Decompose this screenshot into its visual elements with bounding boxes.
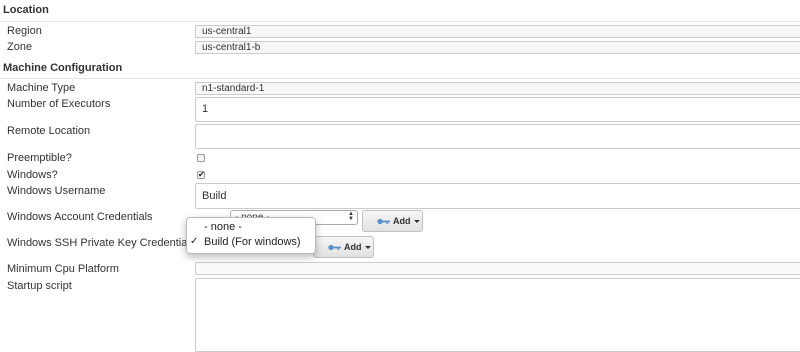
- machine-config-section-title: Machine Configuration: [3, 62, 123, 74]
- startup-script-textarea[interactable]: [195, 278, 800, 352]
- windows-username-input[interactable]: Build: [195, 183, 800, 209]
- windows-label: Windows?: [7, 169, 58, 181]
- windows-checkbox[interactable]: ✔: [197, 171, 205, 179]
- key-icon: [377, 218, 390, 225]
- min-cpu-input[interactable]: [195, 262, 800, 275]
- add-button-label: Add: [393, 216, 411, 226]
- windows-username-label: Windows Username: [7, 185, 106, 197]
- ssh-key-label: Windows SSH Private Key Credentials: [7, 237, 196, 249]
- add-credentials-button[interactable]: Add: [362, 210, 423, 232]
- section-divider: [0, 78, 800, 79]
- caret-down-icon: [413, 219, 420, 223]
- preemptible-checkbox[interactable]: [197, 154, 205, 162]
- section-divider: [0, 21, 800, 22]
- executors-label: Number of Executors: [7, 98, 111, 110]
- zone-label: Zone: [7, 41, 33, 53]
- location-section-title: Location: [3, 4, 49, 16]
- startup-script-label: Startup script: [7, 280, 72, 292]
- machine-type-label: Machine Type: [7, 82, 76, 94]
- executors-input[interactable]: 1: [195, 97, 800, 122]
- select-arrows-icon: ▲ ▼: [348, 211, 354, 222]
- region-field: us-central1: [195, 25, 800, 38]
- credentials-dropdown-menu: - none - ✓ Build (For windows): [186, 217, 316, 254]
- key-icon: [328, 244, 341, 251]
- checkmark-icon: ✓: [190, 236, 199, 247]
- caret-down-icon: [364, 245, 371, 249]
- preemptible-label: Preemptible?: [7, 152, 72, 164]
- remote-location-label: Remote Location: [7, 125, 91, 137]
- zone-field: us-central1-b: [195, 41, 800, 54]
- checkmark-icon: ✔: [198, 170, 205, 179]
- add-ssh-credentials-button[interactable]: Add: [313, 236, 374, 258]
- region-label: Region: [7, 25, 42, 37]
- min-cpu-label: Minimum Cpu Platform: [7, 263, 119, 275]
- machine-type-field: n1-standard-1: [195, 82, 800, 95]
- add-button-label: Add: [344, 242, 362, 252]
- remote-location-input[interactable]: [195, 124, 800, 149]
- account-credentials-label: Windows Account Credentials: [7, 211, 153, 223]
